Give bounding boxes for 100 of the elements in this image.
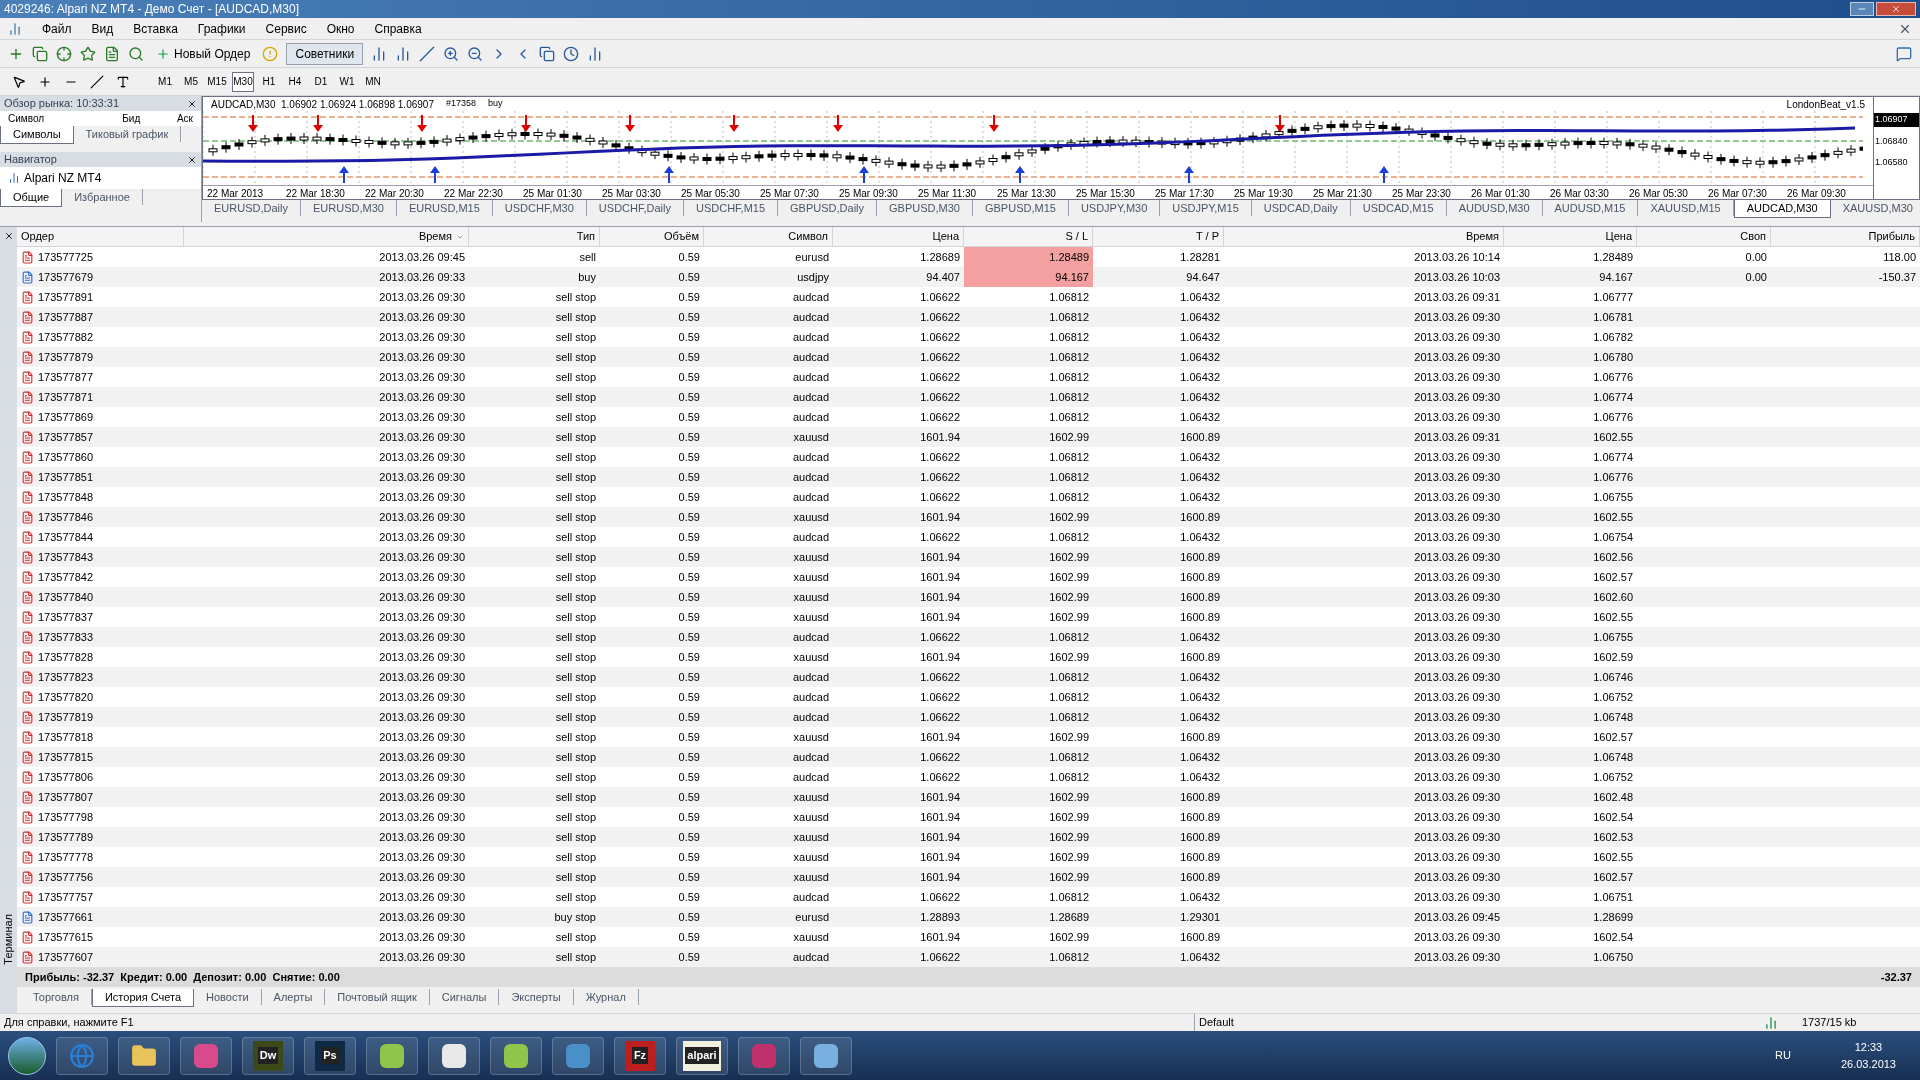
tab[interactable]: USDCAD,Daily xyxy=(1251,200,1351,216)
tab[interactable]: USDJPY,M15 xyxy=(1160,200,1252,216)
timeframe-button[interactable]: M30 xyxy=(232,71,254,92)
tab[interactable]: Новости xyxy=(194,989,262,1005)
tab[interactable]: Общие xyxy=(0,189,63,207)
folder-icon[interactable] xyxy=(131,1042,157,1069)
timeframe-button[interactable]: D1 xyxy=(310,71,332,92)
column-header[interactable]: Бид xyxy=(95,111,141,126)
tab[interactable]: EURUSD,M15 xyxy=(396,200,493,216)
tab[interactable]: Сигналы xyxy=(429,989,500,1005)
table-cell-text: audcad xyxy=(792,949,829,965)
table-cell-text: 1.06622 xyxy=(920,389,960,405)
menu-item[interactable]: Справка xyxy=(374,19,422,38)
column-header[interactable]: Прибыль xyxy=(1868,228,1915,245)
drawing-tool-icon[interactable] xyxy=(90,74,104,89)
timeframe-button[interactable]: M1 xyxy=(154,71,176,92)
language-indicator[interactable]: RU xyxy=(1775,1047,1791,1064)
column-header[interactable]: Цена xyxy=(1605,228,1632,245)
app-icon[interactable] xyxy=(442,1043,466,1068)
timeframe-button[interactable]: M15 xyxy=(206,71,228,92)
toolbar-icon[interactable] xyxy=(467,45,484,62)
drawing-tool-icon[interactable] xyxy=(116,74,130,89)
tab[interactable]: Алерты xyxy=(261,989,326,1005)
toolbar-icon[interactable] xyxy=(443,45,460,62)
tab[interactable]: Торговля xyxy=(21,989,92,1005)
tab[interactable]: AUDCAD,M30 xyxy=(1733,200,1831,218)
column-header[interactable]: Аск xyxy=(148,111,193,126)
timeframe-button[interactable]: MN xyxy=(362,71,384,92)
column-header[interactable]: Своп xyxy=(1740,228,1766,245)
toolbar-icon[interactable] xyxy=(32,45,48,62)
close-icon[interactable] xyxy=(187,98,197,109)
experts-button[interactable]: Советники xyxy=(286,42,364,65)
tab[interactable]: AUDUSD,M15 xyxy=(1542,200,1639,216)
column-header[interactable]: T / P xyxy=(1195,228,1219,245)
tab[interactable]: GBPUSD,M30 xyxy=(877,200,973,216)
timeframe-button[interactable]: H4 xyxy=(284,71,306,92)
tab[interactable]: AUDUSD,M30 xyxy=(1446,200,1543,216)
toolbar-icon[interactable] xyxy=(56,45,72,62)
tab[interactable]: Журнал xyxy=(573,989,639,1005)
tab[interactable]: Тиковый график xyxy=(73,126,182,142)
tab[interactable]: Почтовый ящик xyxy=(325,989,430,1005)
tab[interactable]: USDCHF,M15 xyxy=(684,200,779,216)
toolbar-icon[interactable] xyxy=(80,45,96,62)
column-header[interactable]: Время xyxy=(418,228,452,245)
tab[interactable]: EURUSD,M30 xyxy=(300,200,397,216)
menu-item[interactable]: Вставка xyxy=(133,19,178,38)
menu-item[interactable]: Вид xyxy=(91,19,114,38)
tab[interactable]: Символы xyxy=(0,126,74,144)
table-cell-text: sell stop xyxy=(555,329,596,345)
app-tile[interactable]: Fz xyxy=(625,1040,655,1071)
app-icon[interactable] xyxy=(380,1043,404,1068)
column-header[interactable]: Объём xyxy=(663,228,699,245)
column-header[interactable]: Символ xyxy=(788,228,828,245)
drawing-tool-icon[interactable] xyxy=(12,74,26,89)
tab[interactable]: GBPUSD,M15 xyxy=(972,200,1069,216)
app-icon[interactable] xyxy=(504,1043,528,1068)
tab[interactable]: USDCHF,Daily xyxy=(586,200,684,216)
menu-item[interactable]: Графики xyxy=(197,19,246,38)
column-header[interactable]: S / L xyxy=(1065,228,1088,245)
close-icon[interactable] xyxy=(3,231,14,241)
column-header[interactable]: Символ xyxy=(8,111,88,126)
toolbar-icon[interactable] xyxy=(104,45,120,62)
app-tile[interactable]: Dw xyxy=(253,1040,283,1071)
timeframe-button[interactable]: W1 xyxy=(336,71,358,92)
close-icon[interactable] xyxy=(187,154,197,165)
tab[interactable]: USDJPY,M30 xyxy=(1068,200,1161,216)
column-header[interactable]: Цена xyxy=(932,228,959,245)
menu-item[interactable]: Сервис xyxy=(265,19,307,38)
menu-item[interactable]: Окно xyxy=(326,19,355,38)
close-button[interactable] xyxy=(1876,2,1916,16)
tab[interactable]: Избранное xyxy=(62,189,143,205)
column-header[interactable]: Тип xyxy=(576,228,595,245)
tab[interactable]: EURUSD,Daily xyxy=(202,200,301,216)
menu-item[interactable]: Файл xyxy=(42,19,72,38)
start-button[interactable] xyxy=(8,1036,46,1075)
tab[interactable]: XAUUSD,M15 xyxy=(1638,200,1734,216)
chat-icon[interactable] xyxy=(1896,45,1912,62)
app-tile[interactable]: alpari xyxy=(683,1040,721,1071)
timeframe-button[interactable]: M5 xyxy=(180,71,202,92)
column-header[interactable]: Время xyxy=(1465,228,1499,245)
table-cell-text: 0.59 xyxy=(678,329,700,345)
app-icon[interactable] xyxy=(814,1043,838,1068)
app-label: alpari xyxy=(685,1047,719,1064)
tab[interactable]: XAUUSD,M30 xyxy=(1830,200,1920,216)
tab[interactable]: USDCAD,M15 xyxy=(1350,200,1447,216)
toolbar-icon[interactable] xyxy=(563,45,580,62)
table-cell-text: 2013.03.26 09:30 xyxy=(1414,929,1500,945)
column-header[interactable]: Ордер xyxy=(21,228,55,245)
table-cell-text: 0.59 xyxy=(678,649,700,665)
time-label: 25 Mar 23:30 xyxy=(1392,187,1452,199)
new-order-button[interactable]: Новый Ордер xyxy=(152,44,255,63)
app-tile[interactable]: Ps xyxy=(315,1040,345,1071)
tab[interactable]: GBPUSD,Daily xyxy=(778,200,878,216)
tab[interactable]: История Счета xyxy=(91,989,194,1007)
timeframe-button[interactable]: H1 xyxy=(258,71,280,92)
tab[interactable]: Эксперты xyxy=(499,989,574,1005)
toolbar-icon[interactable] xyxy=(128,45,144,62)
tab[interactable]: USDCHF,M30 xyxy=(492,200,587,216)
toolbar-icon[interactable] xyxy=(419,45,436,62)
toolbar-icon[interactable] xyxy=(539,45,556,62)
